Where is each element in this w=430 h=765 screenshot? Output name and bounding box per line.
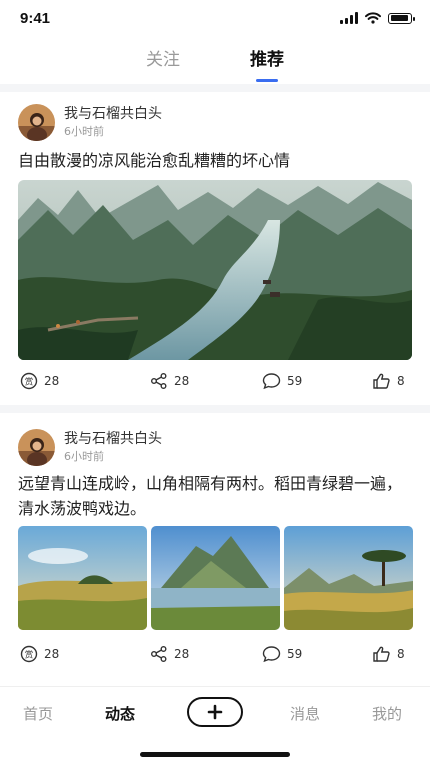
post-actions: 赏 28 28 59 8 bbox=[0, 645, 430, 669]
reward-icon: 赏 bbox=[20, 645, 38, 663]
like-button[interactable]: 8 bbox=[372, 645, 405, 663]
comment-button[interactable]: 59 bbox=[262, 645, 302, 663]
cellular-signal-icon bbox=[340, 12, 358, 24]
like-count: 8 bbox=[397, 647, 405, 661]
post-text: 远望青山连成岭，山角相隔有两村。稻田青绿碧一遍，清水荡波鸭戏边。 bbox=[18, 474, 403, 518]
comment-icon bbox=[262, 373, 281, 390]
comment-icon bbox=[262, 646, 281, 663]
thumbs-up-icon bbox=[373, 373, 390, 389]
tab-following-label: 关注 bbox=[146, 50, 180, 70]
post-header: 我与石榴共白头 6小时前 bbox=[18, 427, 408, 467]
tab-recommended[interactable]: 推荐 bbox=[250, 46, 284, 82]
post-image-savanna[interactable] bbox=[284, 526, 413, 630]
share-icon bbox=[151, 373, 167, 389]
tab-following[interactable]: 关注 bbox=[146, 46, 180, 82]
post-image-grassland[interactable] bbox=[18, 526, 147, 630]
thumbs-up-icon bbox=[373, 646, 390, 662]
post-text: 自由散漫的凉风能治愈乱糟糟的坏心情 bbox=[18, 151, 291, 170]
status-time: 9:41 bbox=[20, 10, 51, 27]
author-name[interactable]: 我与石榴共白头 bbox=[64, 428, 162, 448]
nav-profile[interactable]: 我的 bbox=[372, 703, 402, 724]
battery-icon bbox=[388, 12, 415, 24]
author-name[interactable]: 我与石榴共白头 bbox=[64, 103, 162, 123]
active-tab-indicator bbox=[256, 79, 278, 82]
home-indicator bbox=[140, 752, 290, 757]
svg-text:赏: 赏 bbox=[25, 377, 34, 388]
share-button[interactable]: 28 bbox=[150, 645, 189, 663]
comment-count: 59 bbox=[287, 374, 303, 388]
feed-tabs: 关注 推荐 bbox=[0, 46, 430, 82]
share-count: 28 bbox=[174, 374, 190, 388]
post-header: 我与石榴共白头 6小时前 bbox=[18, 102, 408, 142]
share-button[interactable]: 28 bbox=[150, 372, 189, 390]
reward-button[interactable]: 赏 28 bbox=[20, 645, 59, 663]
post-actions: 赏 28 28 59 8 bbox=[0, 372, 430, 396]
avatar[interactable] bbox=[18, 429, 55, 466]
reward-icon: 赏 bbox=[20, 372, 38, 390]
section-divider bbox=[0, 84, 430, 92]
comment-count: 59 bbox=[287, 647, 303, 661]
section-divider bbox=[0, 405, 430, 413]
post-image-river-valley[interactable] bbox=[18, 180, 412, 360]
share-icon bbox=[151, 646, 167, 662]
like-count: 8 bbox=[397, 374, 405, 388]
nav-moments[interactable]: 动态 bbox=[105, 703, 135, 724]
status-bar: 9:41 bbox=[0, 0, 430, 40]
wifi-icon bbox=[365, 12, 381, 24]
tab-recommended-label: 推荐 bbox=[250, 50, 284, 70]
svg-text:赏: 赏 bbox=[25, 650, 34, 661]
create-post-button[interactable] bbox=[187, 697, 243, 727]
reward-button[interactable]: 赏 28 bbox=[20, 372, 59, 390]
reward-count: 28 bbox=[44, 647, 60, 661]
reward-count: 28 bbox=[44, 374, 60, 388]
nav-home[interactable]: 首页 bbox=[23, 703, 53, 724]
plus-icon bbox=[207, 704, 223, 720]
post-time: 6小时前 bbox=[64, 450, 104, 463]
comment-button[interactable]: 59 bbox=[262, 372, 302, 390]
status-icons bbox=[340, 12, 415, 24]
post-time: 6小时前 bbox=[64, 125, 104, 138]
avatar[interactable] bbox=[18, 104, 55, 141]
share-count: 28 bbox=[174, 647, 190, 661]
post-image-mountain-lake[interactable] bbox=[151, 526, 280, 630]
nav-messages[interactable]: 消息 bbox=[290, 703, 320, 724]
like-button[interactable]: 8 bbox=[372, 372, 405, 390]
